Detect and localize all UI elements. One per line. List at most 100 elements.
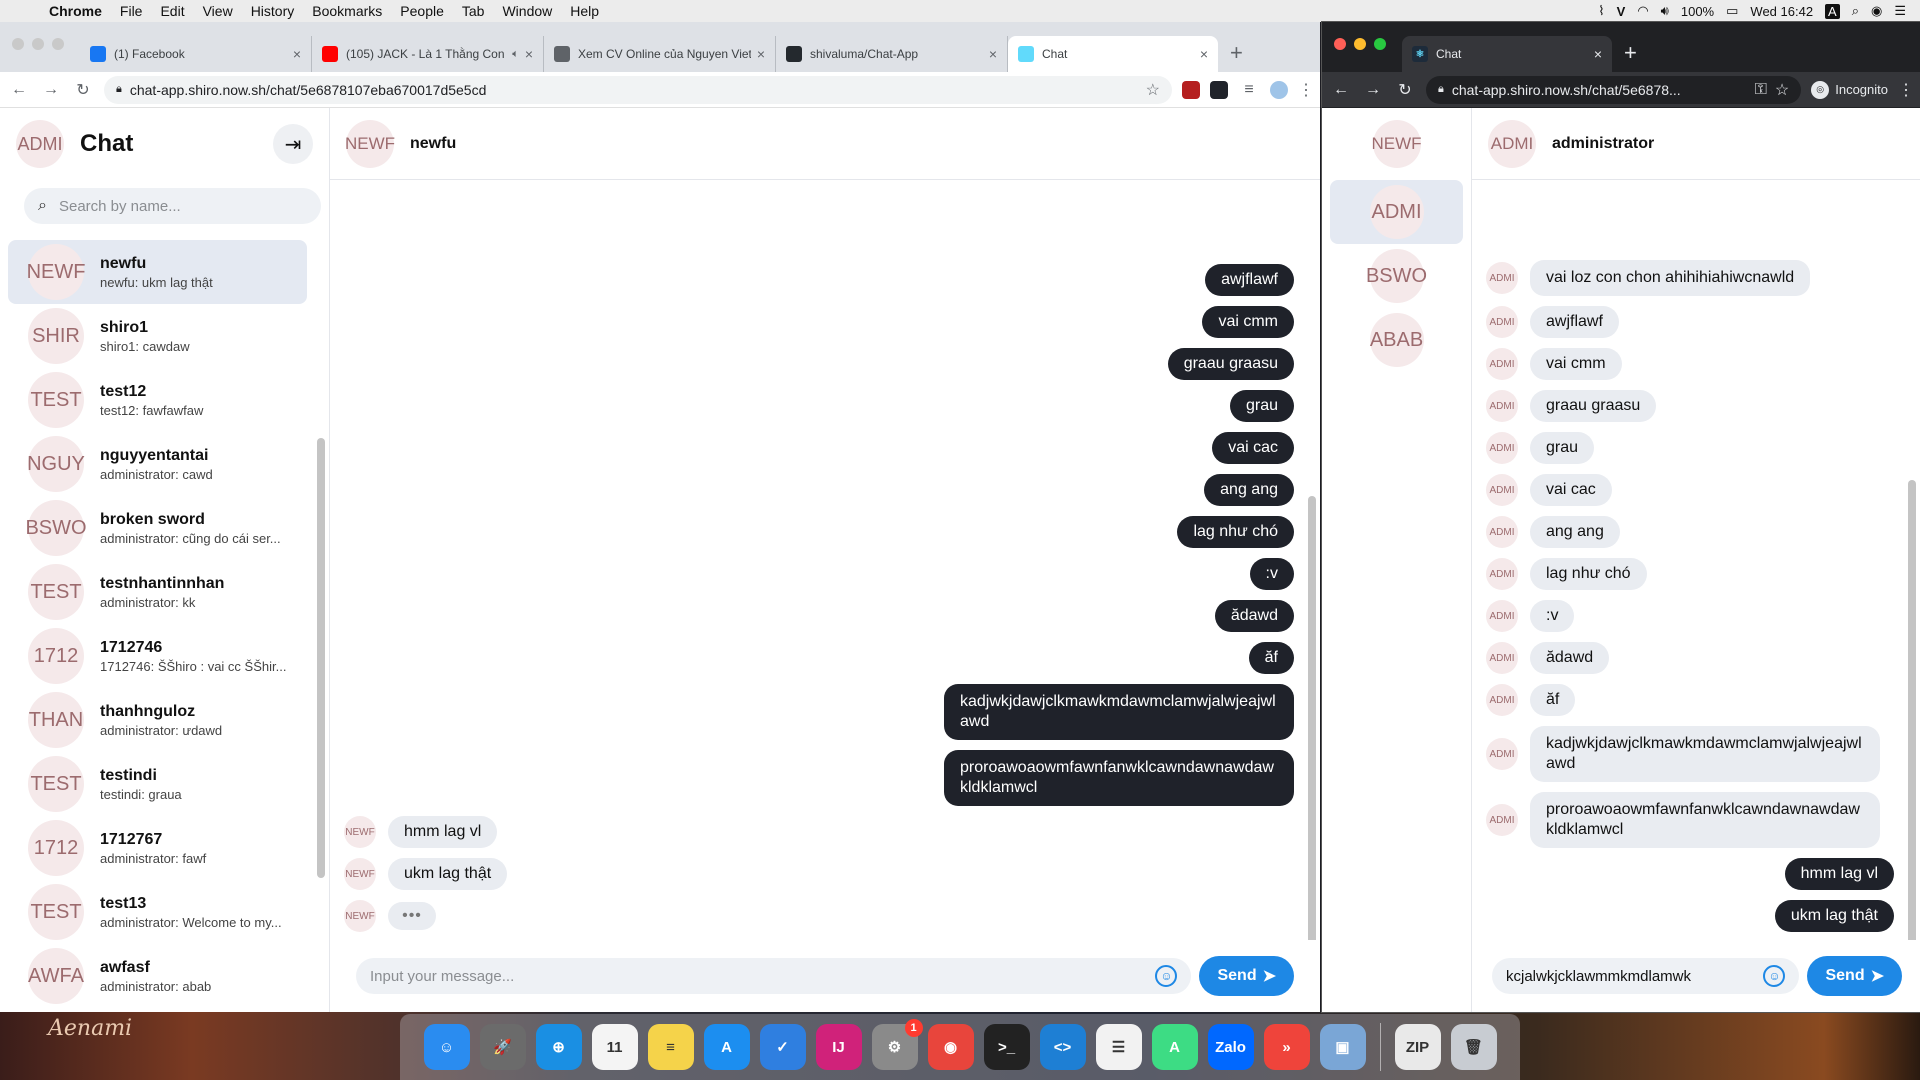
conversation-item[interactable]: SHIR shiro1 shiro1: cawdaw: [8, 304, 307, 368]
battery-icon[interactable]: ▭: [1726, 3, 1738, 19]
wifi-icon[interactable]: ◠: [1637, 3, 1648, 19]
menu-history[interactable]: History: [242, 3, 304, 19]
vpn-icon[interactable]: V: [1617, 4, 1626, 19]
browser-tab[interactable]: Xem CV Online của Nguyen Viet ×: [544, 36, 776, 72]
app-store-icon[interactable]: A: [703, 1024, 750, 1070]
back-button[interactable]: ←: [8, 81, 30, 99]
current-user-avatar[interactable]: NEWF: [1371, 120, 1422, 168]
address-bar[interactable]: 🔒︎ chat-app.shiro.now.sh/chat/5e6878... …: [1426, 75, 1802, 104]
close-tab-icon[interactable]: ×: [757, 46, 765, 62]
conversation-item[interactable]: TEST testnhantinnhan administrator: kk: [8, 560, 307, 624]
chat-partner-avatar[interactable]: ADMI: [1488, 119, 1536, 168]
close-tab-icon[interactable]: ×: [525, 46, 533, 62]
conversation-item[interactable]: 1712 1712767 administrator: fawf: [8, 816, 307, 880]
sender-avatar[interactable]: NEWF: [344, 858, 376, 890]
send-button[interactable]: Send ➤: [1807, 956, 1902, 996]
conversation-list[interactable]: NEWF newfu newfu: ukm lag thật SHIR shiro1 sh…: [0, 236, 329, 1012]
trash-icon[interactable]: 🗑: [1450, 1024, 1497, 1070]
current-user-avatar[interactable]: ADMI: [16, 120, 64, 168]
message-scrollbar[interactable]: [1908, 480, 1916, 940]
terminal-icon[interactable]: >_: [983, 1024, 1030, 1070]
message-scrollbar[interactable]: [1308, 496, 1316, 940]
conversation-item[interactable]: ABAB: [1330, 308, 1463, 372]
chat-partner-avatar[interactable]: NEWF: [345, 119, 395, 168]
sender-avatar[interactable]: ADMI: [1486, 306, 1518, 338]
sender-avatar[interactable]: ADMI: [1486, 558, 1518, 590]
volume-icon[interactable]: 🔊︎: [1661, 3, 1669, 19]
notification-center-icon[interactable]: ☰: [1894, 3, 1906, 19]
key-icon[interactable]: ⚿: [1755, 81, 1767, 99]
sender-avatar[interactable]: ADMI: [1486, 474, 1518, 506]
close-window-button[interactable]: [1334, 38, 1346, 50]
conversation-item[interactable]: BSWO: [1330, 244, 1463, 308]
sender-avatar[interactable]: ADMI: [1486, 804, 1518, 836]
finder-icon[interactable]: ☺: [423, 1024, 470, 1070]
conversation-item[interactable]: AWFA awfasf administrator: abab: [8, 944, 307, 1008]
incognito-indicator[interactable]: ◎ Incognito: [1811, 80, 1888, 99]
reload-button[interactable]: ↻: [1394, 80, 1416, 100]
input-source-icon[interactable]: A: [1825, 3, 1840, 19]
close-tab-icon[interactable]: ×: [989, 46, 997, 62]
bookmark-star-icon[interactable]: ☆: [1146, 80, 1160, 100]
sender-avatar[interactable]: NEWF: [344, 900, 376, 932]
emoji-icon[interactable]: ☺: [1763, 965, 1786, 987]
sender-avatar[interactable]: ADMI: [1486, 642, 1518, 674]
menu-help[interactable]: Help: [561, 3, 608, 19]
conversation-list[interactable]: ADMI BSWO ABAB: [1322, 180, 1471, 372]
airdrop-icon[interactable]: ⌇: [1598, 3, 1604, 19]
logout-button[interactable]: ⇥: [273, 124, 313, 164]
conversation-item[interactable]: ADMI: [1330, 180, 1463, 244]
message-list[interactable]: awjflawf vai cmm graau graasu grau vai cac an…: [330, 180, 1320, 940]
menu-bookmarks[interactable]: Bookmarks: [303, 3, 391, 19]
sender-avatar[interactable]: ADMI: [1486, 684, 1518, 716]
calendar-icon[interactable]: 11: [591, 1024, 638, 1070]
search-field[interactable]: ⌕ Search by name...: [24, 188, 321, 224]
conversation-item[interactable]: NGUY nguyyentantai administrator: cawd: [8, 432, 307, 496]
sender-avatar[interactable]: NEWF: [344, 816, 376, 848]
forward-button[interactable]: →: [40, 81, 62, 99]
spotlight-icon[interactable]: ⌕: [1852, 3, 1859, 19]
close-window-button[interactable]: [12, 38, 24, 50]
bookmark-star-icon[interactable]: ☆: [1775, 80, 1789, 100]
android-studio-icon[interactable]: A: [1151, 1024, 1198, 1070]
sender-avatar[interactable]: ADMI: [1486, 432, 1518, 464]
zoom-window-button[interactable]: [52, 38, 64, 50]
media-controls-icon[interactable]: ≡: [1238, 81, 1260, 99]
intellij-icon[interactable]: IJ: [815, 1024, 862, 1070]
sender-avatar[interactable]: ADMI: [1486, 262, 1518, 294]
vscode-icon[interactable]: <>: [1039, 1024, 1086, 1070]
react-devtools-extension-icon[interactable]: [1210, 80, 1228, 99]
archive-icon[interactable]: ZIP: [1394, 1024, 1441, 1070]
anydesk-icon[interactable]: »: [1263, 1024, 1310, 1070]
new-tab-button[interactable]: +: [1218, 40, 1255, 72]
chrome-menu-icon[interactable]: ⋮: [1298, 80, 1314, 100]
browser-tab[interactable]: (105) JACK - Là 1 Thằng Con Trai 🔈︎ ×: [312, 36, 544, 72]
safari-icon[interactable]: ⊕: [535, 1024, 582, 1070]
minimize-window-button[interactable]: [1354, 38, 1366, 50]
menu-window[interactable]: Window: [493, 3, 561, 19]
minimize-window-button[interactable]: [32, 38, 44, 50]
conversation-item[interactable]: TEST testindi testindi: graua: [8, 752, 307, 816]
speaker-icon[interactable]: 🔈︎: [512, 48, 519, 61]
preview-icon[interactable]: ▣: [1319, 1024, 1366, 1070]
conversation-item[interactable]: BSWO broken sword administrator: cũng do c…: [8, 496, 307, 560]
menu-edit[interactable]: Edit: [151, 3, 193, 19]
tasks-icon[interactable]: ✓: [759, 1024, 806, 1070]
chrome-icon[interactable]: ◉: [927, 1024, 974, 1070]
close-tab-icon[interactable]: ×: [1594, 46, 1602, 62]
reminders-icon[interactable]: ☰: [1095, 1024, 1142, 1070]
tab-chat[interactable]: ⚛ Chat ×: [1402, 36, 1612, 72]
close-tab-icon[interactable]: ×: [293, 46, 301, 62]
menu-app-name[interactable]: Chrome: [40, 3, 111, 19]
sender-avatar[interactable]: ADMI: [1486, 600, 1518, 632]
send-button[interactable]: Send ➤: [1199, 956, 1294, 996]
siri-icon[interactable]: ◉: [1871, 3, 1882, 19]
menu-people[interactable]: People: [391, 3, 453, 19]
emoji-icon[interactable]: ☺: [1155, 965, 1178, 987]
conversation-item[interactable]: THAN thanhnguloz administrator: ưdawd: [8, 688, 307, 752]
sender-avatar[interactable]: ADMI: [1486, 738, 1518, 770]
conversation-item[interactable]: 1712 1712746 1712746: ŠŠhiro : vai cc ŠŠhi…: [8, 624, 307, 688]
new-tab-button[interactable]: +: [1612, 40, 1649, 72]
notes-icon[interactable]: ≡: [647, 1024, 694, 1070]
menu-file[interactable]: File: [111, 3, 152, 19]
